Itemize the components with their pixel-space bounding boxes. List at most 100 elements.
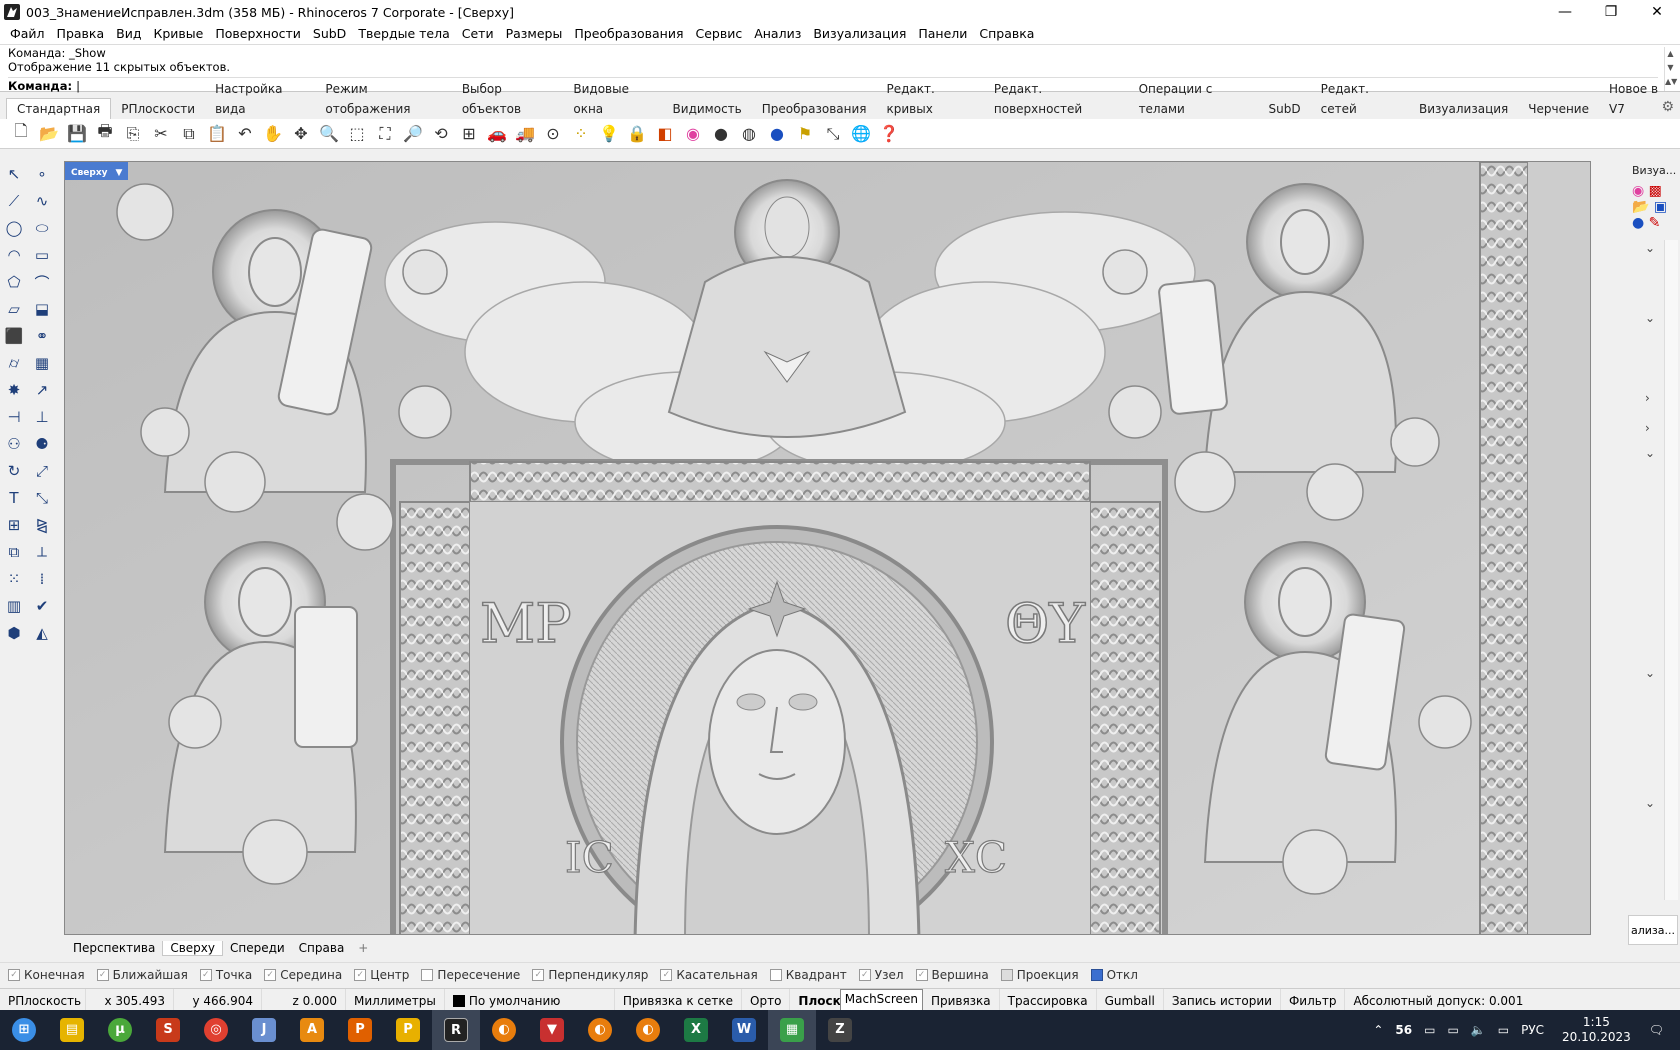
chevron-right-icon[interactable]: › — [1645, 391, 1650, 405]
menu-panels[interactable]: Панели — [912, 24, 973, 44]
gear-icon[interactable]: ⚙ — [1661, 99, 1674, 115]
menu-meshes[interactable]: Сети — [456, 24, 500, 44]
text-icon[interactable]: T — [2, 486, 26, 510]
sweep-icon[interactable]: ◭ — [30, 621, 54, 645]
analysis-icon[interactable]: ⟂ — [30, 540, 54, 564]
menu-analyze[interactable]: Анализ — [748, 24, 807, 44]
current-layer[interactable]: По умолчанию — [445, 988, 615, 1013]
checkbox[interactable]: ✓ — [858, 968, 871, 981]
grid-snap-toggle[interactable]: Привязка к сетке — [615, 988, 743, 1013]
box-icon[interactable]: ⬛ — [2, 324, 26, 348]
chevron-down-icon[interactable]: ⌄ — [1645, 796, 1655, 810]
record-history-toggle[interactable]: Запись истории — [1164, 988, 1281, 1013]
move-gumball-icon[interactable]: ↗ — [30, 378, 54, 402]
language-indicator[interactable]: РУС — [1521, 1023, 1544, 1037]
menu-file[interactable]: Файл — [4, 24, 51, 44]
minimize-button[interactable]: — — [1542, 0, 1588, 24]
tab-right[interactable]: Справа — [292, 941, 352, 955]
viewport-menu-chevron-icon[interactable]: ▼ — [116, 168, 123, 178]
monitor-icon[interactable]: ▭ — [1424, 1023, 1435, 1037]
tab-perspective[interactable]: Перспектива — [66, 941, 162, 955]
render-blue-sphere-icon[interactable]: ● — [764, 121, 790, 147]
utorrent-icon[interactable]: µ — [96, 1010, 144, 1050]
add-viewport-icon[interactable]: + — [351, 941, 375, 955]
menu-tools[interactable]: Сервис — [689, 24, 748, 44]
right-panel-scrollbar[interactable] — [1664, 240, 1678, 900]
close-button[interactable]: ✕ — [1634, 0, 1680, 24]
light-bulb-icon[interactable]: 💡 — [596, 121, 622, 147]
render-sphere-icon[interactable]: ● — [1632, 215, 1644, 231]
surface-corner-icon[interactable]: ▱ — [2, 297, 26, 321]
menu-help[interactable]: Справка — [973, 24, 1040, 44]
curve-icon[interactable]: ∿ — [30, 189, 54, 213]
color-wheel-icon[interactable]: ◉ — [1632, 183, 1644, 199]
new-file-icon[interactable]: 🗋 — [8, 121, 34, 147]
environment-icon[interactable]: ▩ — [1649, 183, 1662, 199]
chevron-right-icon[interactable]: › — [1645, 421, 1650, 435]
check-icon[interactable]: ✔ — [30, 594, 54, 618]
cpu-temp[interactable]: 56 — [1395, 1023, 1412, 1037]
tab-select[interactable]: Выбор объектов — [452, 79, 564, 119]
tab-surface-tools[interactable]: Редакт. поверхностей — [984, 79, 1129, 119]
smarttrack-toggle[interactable]: Трассировка — [1000, 988, 1097, 1013]
four-viewports-icon[interactable]: ⊞ — [456, 121, 482, 147]
cut-icon[interactable]: ✂ — [148, 121, 174, 147]
rotate-icon[interactable]: ↻ — [2, 459, 26, 483]
green-app-icon[interactable]: ▦ — [768, 1010, 816, 1050]
copy-icon[interactable]: ⧉ — [176, 121, 202, 147]
p2-app-icon[interactable]: P — [384, 1010, 432, 1050]
zoom-selected-icon[interactable]: 🔎 — [400, 121, 426, 147]
mirror-icon[interactable]: ⧎ — [30, 513, 54, 537]
tab-standard[interactable]: Стандартная — [6, 98, 112, 119]
cplane-icon[interactable]: ⊙ — [540, 121, 566, 147]
osnap-knot[interactable]: ✓ Узел — [858, 968, 904, 982]
clock[interactable]: 1:15 20.10.2023 — [1562, 1015, 1631, 1045]
undo-view-icon[interactable]: ⟲ — [428, 121, 454, 147]
menu-view[interactable]: Вид — [110, 24, 147, 44]
osnap-vertex[interactable]: ✓ Вершина — [915, 968, 989, 982]
battery-icon[interactable]: ▭ — [1498, 1023, 1509, 1037]
blue-app-icon[interactable]: J — [240, 1010, 288, 1050]
group-icon[interactable]: ⚇ — [2, 432, 26, 456]
rhino-taskbar-icon[interactable]: R — [432, 1010, 480, 1050]
tab-top[interactable]: Сверху — [162, 940, 223, 956]
checkbox[interactable]: ✓ — [96, 968, 109, 981]
tab-curve-tools[interactable]: Редакт. кривых — [876, 79, 983, 119]
osnap-point[interactable]: ✓ Точка — [199, 968, 252, 982]
osnap-toggle[interactable]: Привязка — [923, 988, 1000, 1013]
help-icon[interactable]: ❓ — [876, 121, 902, 147]
boolean-union-icon[interactable]: ⚭ — [30, 324, 54, 348]
snap-points-icon[interactable]: ⁘ — [568, 121, 594, 147]
tab-display[interactable]: Режим отображения — [315, 79, 451, 119]
zoom-window-icon[interactable]: ⬚ — [344, 121, 370, 147]
menu-subd[interactable]: SubD — [307, 24, 352, 44]
open-folder-icon[interactable]: 📂 — [36, 121, 62, 147]
point-icon[interactable]: ∘ — [30, 162, 54, 186]
chevron-down-icon[interactable]: ⌄ — [1645, 446, 1655, 460]
select-arrow-icon[interactable]: ↖ — [2, 162, 26, 186]
tab-front[interactable]: Спереди — [223, 941, 292, 955]
transform-icon[interactable]: ⤡ — [820, 121, 846, 147]
zoom-icon[interactable]: 🔍 — [316, 121, 342, 147]
viewport-title[interactable]: Сверху ▼ — [65, 162, 129, 180]
checkbox[interactable] — [1090, 968, 1103, 981]
tab-subd-tools[interactable]: SubD — [1259, 99, 1311, 119]
osnap-intersection[interactable]: Пересечение — [421, 968, 520, 982]
osnap-mid[interactable]: ✓ Середина — [264, 968, 342, 982]
print-icon[interactable]: 🖶 — [92, 121, 118, 147]
flashlight-icon[interactable]: ⚑ — [792, 121, 818, 147]
checkbox[interactable]: ✓ — [532, 968, 545, 981]
ellipse-icon[interactable]: ⬭ — [30, 216, 54, 240]
maximize-button[interactable]: ❐ — [1588, 0, 1634, 24]
tool-icon[interactable]: ✎ — [1649, 215, 1661, 231]
grid-array-icon[interactable]: ⁙ — [2, 567, 26, 591]
excel-icon[interactable]: X — [672, 1010, 720, 1050]
dimension-icon[interactable]: ⤡ — [30, 486, 54, 510]
cylinder-icon[interactable]: ⌭ — [2, 351, 26, 375]
polyline-icon[interactable]: ⟋ — [2, 189, 26, 213]
rotate-view-icon[interactable]: ✥ — [288, 121, 314, 147]
tab-cplanes[interactable]: РПлоскости — [111, 99, 205, 119]
menu-solids[interactable]: Твердые тела — [352, 24, 455, 44]
checkbox[interactable]: ✓ — [199, 968, 212, 981]
menu-edit[interactable]: Правка — [51, 24, 111, 44]
